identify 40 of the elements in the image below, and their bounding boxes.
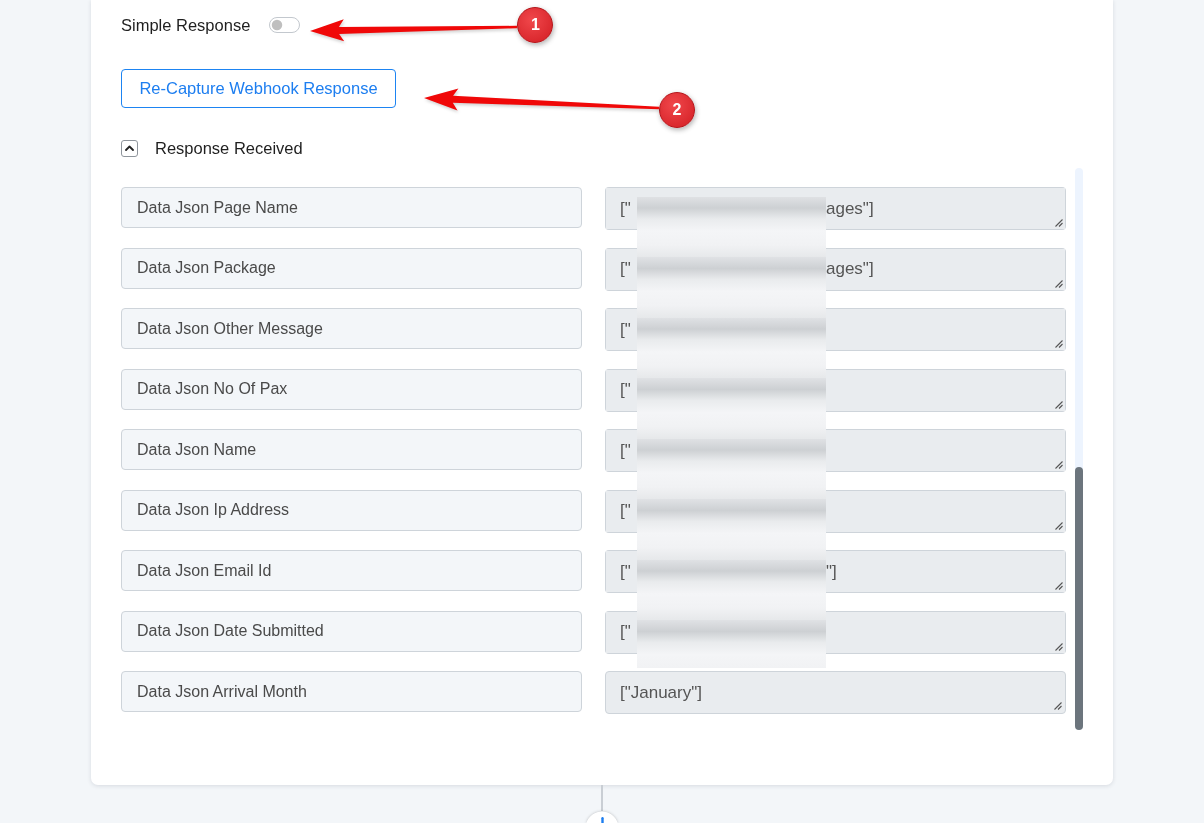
label-field[interactable]: Data Json Arrival Month bbox=[121, 671, 582, 712]
value-field[interactable]: ["January"] bbox=[605, 671, 1066, 714]
label-field[interactable]: Data Json Page Name bbox=[121, 187, 582, 228]
label-field[interactable]: Data Json Name bbox=[121, 429, 582, 470]
resize-grip-icon[interactable] bbox=[1055, 400, 1063, 409]
value-field[interactable]: [" bbox=[605, 308, 1066, 351]
simple-response-toggle[interactable] bbox=[269, 17, 301, 33]
label-field[interactable]: Data Json No Of Pax bbox=[121, 368, 582, 410]
connector-line bbox=[601, 785, 603, 811]
label-field[interactable]: Data Json Ip Address bbox=[121, 489, 582, 531]
label-field[interactable]: Data Json Other Message bbox=[121, 308, 582, 349]
value-field[interactable]: [" ages"] bbox=[605, 187, 1066, 230]
scrollbar-thumb[interactable] bbox=[1075, 467, 1083, 730]
resize-grip-icon[interactable] bbox=[1054, 702, 1062, 710]
value-field[interactable]: [" bbox=[605, 610, 1066, 654]
value-field[interactable]: [" bbox=[605, 368, 1066, 412]
add-step-button[interactable] bbox=[585, 811, 619, 823]
resize-grip-icon[interactable] bbox=[1055, 219, 1063, 227]
label-field[interactable]: Data Json Date Submitted bbox=[121, 610, 582, 652]
resize-grip-icon[interactable] bbox=[1055, 461, 1063, 469]
recapture-webhook-response-button[interactable]: Re-Capture Webhook Response bbox=[121, 69, 396, 108]
label-field[interactable]: Data Json Package bbox=[121, 247, 582, 289]
scrollbar-track[interactable] bbox=[1075, 168, 1083, 730]
label-field[interactable]: Data Json Email Id bbox=[121, 550, 582, 591]
value-field[interactable]: [" ages"] bbox=[605, 247, 1066, 291]
simple-response-label: Simple Response bbox=[121, 14, 251, 36]
resize-grip-icon[interactable] bbox=[1055, 279, 1063, 288]
callout-number: 2 bbox=[659, 92, 695, 128]
resize-grip-icon[interactable] bbox=[1055, 582, 1063, 590]
collapse-button[interactable] bbox=[121, 139, 138, 157]
value-field[interactable]: [" bbox=[605, 429, 1066, 472]
callout-number: 1 bbox=[517, 7, 554, 43]
resize-grip-icon[interactable] bbox=[1055, 340, 1063, 348]
resize-grip-icon[interactable] bbox=[1055, 521, 1063, 530]
value-field[interactable]: [" bbox=[605, 489, 1066, 533]
value-field[interactable]: [" "] bbox=[605, 550, 1066, 593]
resize-grip-icon[interactable] bbox=[1055, 642, 1063, 651]
plus-icon bbox=[600, 817, 604, 823]
response-received-heading: Response Received bbox=[155, 137, 303, 159]
caret-up-icon bbox=[125, 145, 134, 151]
